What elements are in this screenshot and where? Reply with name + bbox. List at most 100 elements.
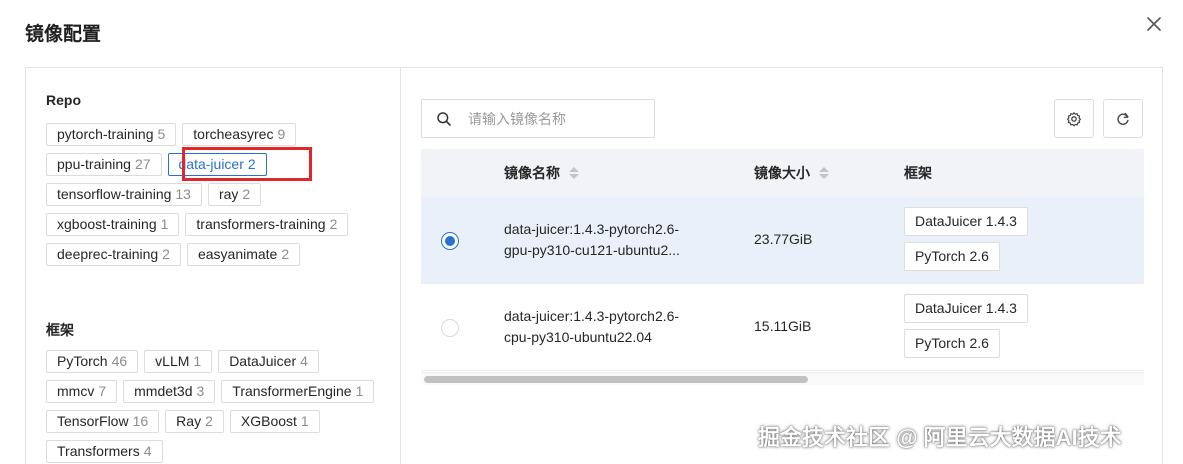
column-header-framework: 框架 [904,149,932,197]
sort-icon[interactable] [819,167,829,179]
image-name-line: gpu-py310-cu121-ubuntu2... [504,242,680,258]
repo-tag[interactable]: pytorch-training 5 [46,123,177,146]
tag-count: 4 [143,443,152,459]
tag-label: ppu-training [57,156,131,172]
column-header-label: 镜像大小 [754,165,810,181]
tag-count: 27 [134,156,151,172]
framework-tag-list: PyTorch 46 vLLM 1 DataJuicer 4 mmcv 7 mmdet3… [46,350,376,463]
tag-label: XGBoost [240,413,297,429]
framework-tag[interactable]: Transformers 4 [46,440,163,463]
tag-label: pytorch-training [57,126,154,142]
scrollbar-thumb[interactable] [424,376,808,383]
tag-count: 2 [205,413,213,429]
tag-label: PyTorch [57,353,108,369]
image-name-line: data-juicer:1.4.3-pytorch2.6- [504,221,680,237]
tag-label: deeprec-training [57,246,159,262]
tag-label: data-juicer [178,156,244,172]
sort-icon[interactable] [569,167,579,179]
tag-label: tensorflow-training [57,186,172,202]
repo-tag[interactable]: easyanimate 2 [186,243,301,266]
tag-label: Ray [176,413,202,429]
row-radio[interactable] [441,232,459,250]
refresh-button[interactable] [1103,99,1143,138]
close-icon[interactable] [1143,13,1165,35]
row-radio[interactable] [441,319,459,337]
image-name-line: data-juicer:1.4.3-pytorch2.6- [504,308,680,324]
tag-label: ray [218,186,239,202]
repo-tag[interactable]: deeprec-training 2 [46,243,181,266]
table-row[interactable]: data-juicer:1.4.3-pytorch2.6- cpu-py310-u… [421,284,1144,371]
image-table: 镜像名称 镜像大小 框架 data-juicer:1.4.3-pytorch2.… [421,149,1144,385]
repo-tag-selected[interactable]: data-juicer 2 [167,153,267,176]
repo-section-title: Repo [46,92,81,108]
tag-count: 4 [300,353,308,369]
image-size-cell: 15.11GiB [754,318,812,334]
tag-count: 5 [157,126,166,142]
column-header-name[interactable]: 镜像名称 [504,149,579,197]
search-box [421,99,655,138]
tag-label: vLLM [155,353,190,369]
repo-tag[interactable]: transformers-training 2 [185,213,349,236]
table-row[interactable]: data-juicer:1.4.3-pytorch2.6- gpu-py310-c… [421,197,1144,284]
framework-tag[interactable]: TensorFlow 16 [46,410,160,433]
column-header-label: 镜像名称 [504,165,560,181]
tag-label: xgboost-training [57,216,157,232]
gear-icon [1067,111,1081,126]
column-header-size[interactable]: 镜像大小 [754,149,829,197]
repo-tag[interactable]: ppu-training 27 [46,153,162,176]
tag-count: 2 [162,246,170,262]
framework-badge: PyTorch 2.6 [904,329,1000,358]
table-header: 镜像名称 镜像大小 框架 [421,149,1144,197]
watermark-text: 掘金技术社区 @ 阿里云大数据AI技术 [758,425,1122,450]
tag-count: 9 [277,126,286,142]
search-icon [437,111,451,126]
tag-label: mmdet3d [134,383,193,399]
column-header-label: 框架 [904,165,932,181]
refresh-icon [1117,112,1129,125]
repo-tag[interactable]: xgboost-training 1 [46,213,180,236]
modal-title: 镜像配置 [25,24,102,45]
tag-count: 1 [355,383,364,399]
tag-label: TensorFlow [57,413,129,429]
tag-label: Transformers [57,443,140,459]
tag-count: 2 [329,216,338,232]
image-name-cell: data-juicer:1.4.3-pytorch2.6- cpu-py310-u… [504,306,724,348]
tag-count: 2 [242,186,251,202]
tag-count: 1 [160,216,169,232]
tag-label: easyanimate [197,246,278,262]
framework-tag[interactable]: mmcv 7 [46,380,118,403]
image-list-area: 镜像名称 镜像大小 框架 data-juicer:1.4.3-pytorch2.… [402,68,1163,464]
filter-sidebar: Repo pytorch-training 5 torcheasyrec 9 ppu… [26,68,401,464]
tag-count: 7 [98,383,107,399]
image-name-cell: data-juicer:1.4.3-pytorch2.6- gpu-py310-c… [504,219,724,261]
image-config-panel: Repo pytorch-training 5 torcheasyrec 9 ppu… [25,67,1163,464]
framework-tag[interactable]: DataJuicer 4 [218,350,319,373]
tag-label: TransformerEngine [232,383,352,399]
settings-button[interactable] [1054,99,1094,138]
tag-count: 16 [132,413,149,429]
horizontal-scrollbar[interactable] [421,372,1144,385]
repo-tag-list: pytorch-training 5 torcheasyrec 9 ppu-trai… [46,123,376,266]
framework-tag[interactable]: Ray 2 [165,410,224,433]
image-name-line: cpu-py310-ubuntu22.04 [504,329,652,345]
repo-tag[interactable]: tensorflow-training 13 [46,183,202,206]
tag-label: transformers-training [196,216,326,232]
framework-tag[interactable]: PyTorch 46 [46,350,139,373]
tag-count: 13 [175,186,191,202]
tag-label: torcheasyrec [193,126,274,142]
tag-count: 1 [193,353,202,369]
framework-tag[interactable]: TransformerEngine 1 [221,380,375,403]
repo-tag[interactable]: torcheasyrec 9 [182,123,297,146]
tag-label: DataJuicer [229,353,297,369]
framework-tag[interactable]: vLLM 1 [144,350,213,373]
framework-tag[interactable]: mmdet3d 3 [123,380,216,403]
tag-count: 3 [196,383,205,399]
framework-badge: DataJuicer 1.4.3 [904,294,1028,323]
tag-count: 2 [281,246,290,262]
repo-tag[interactable]: ray 2 [207,183,262,206]
framework-section-title: 框架 [46,322,74,338]
framework-tag[interactable]: XGBoost 1 [229,410,320,433]
tag-label: mmcv [57,383,95,399]
tag-count: 46 [111,353,128,369]
search-input[interactable] [468,110,648,127]
